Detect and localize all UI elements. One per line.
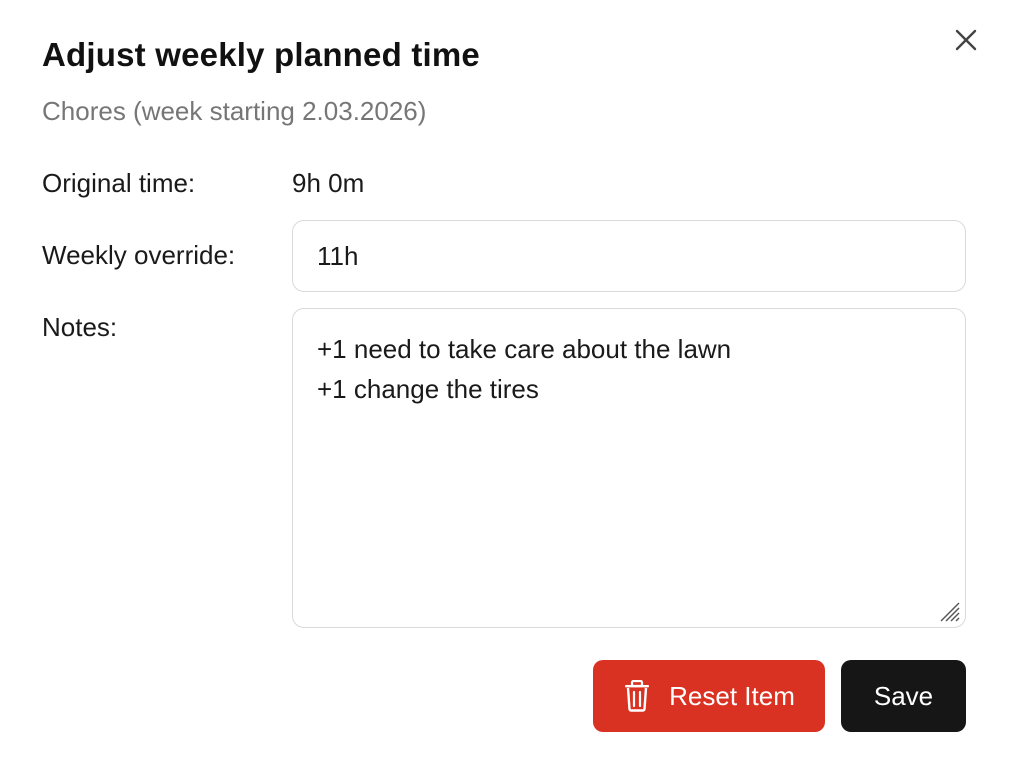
- weekly-override-label: Weekly override:: [42, 240, 236, 270]
- notes-line: +1 change the tires: [317, 374, 539, 404]
- notes-line: +1 need to take care about the lawn: [317, 334, 732, 364]
- adjust-time-dialog: Adjust weekly planned time Chores (week …: [0, 0, 1012, 768]
- original-time-value: 9h 0m: [292, 168, 365, 198]
- notes-content: +1 need to take care about the lawn +1 ch…: [317, 329, 731, 409]
- dialog-subtitle: Chores (week starting 2.03.2026): [42, 96, 427, 126]
- close-icon: [955, 29, 977, 51]
- weekly-override-input[interactable]: [292, 220, 966, 292]
- original-time-label: Original time:: [42, 168, 196, 198]
- reset-item-label: Reset Item: [669, 680, 795, 711]
- notes-textarea[interactable]: +1 need to take care about the lawn +1 ch…: [292, 308, 966, 628]
- trash-icon: [623, 680, 651, 712]
- save-button[interactable]: Save: [841, 660, 966, 732]
- dialog-title: Adjust weekly planned time: [42, 36, 480, 73]
- reset-item-button[interactable]: Reset Item: [593, 660, 825, 732]
- resize-handle-icon[interactable]: [937, 599, 961, 623]
- notes-label: Notes:: [42, 312, 118, 342]
- save-label: Save: [873, 680, 934, 711]
- close-button[interactable]: [948, 22, 984, 58]
